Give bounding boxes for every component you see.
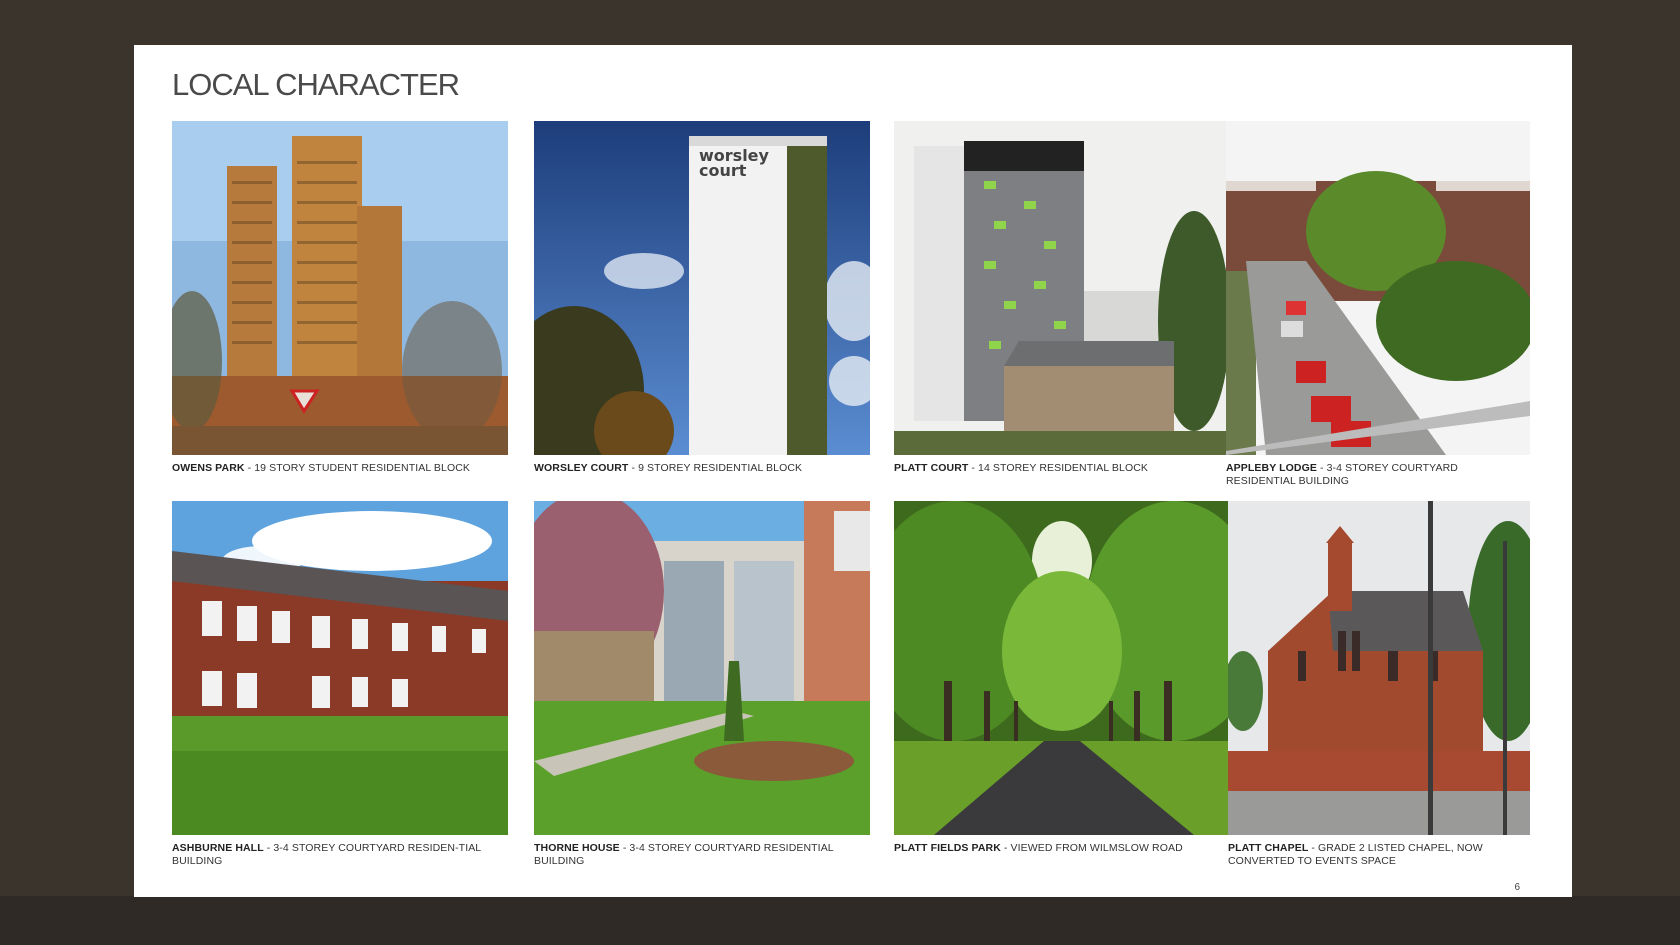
photo-worsley-court: worsley court [534, 121, 870, 455]
caption-appleby-lodge: APPLEBY LODGE - 3-4 STOREY COURTYARD RES… [1226, 462, 1458, 487]
document-page: LOCAL CHARACTER OWENS PARK - 19 STORY ST… [134, 45, 1572, 897]
photo-platt-fields-park [894, 501, 1230, 835]
photo-ashburne-hall [172, 501, 508, 835]
photo-card-thorne-house: THORNE HOUSE - 3-4 STOREY COURTYARD RESI… [534, 501, 870, 868]
bottom-bar [0, 896, 1680, 945]
svg-text:court: court [699, 161, 747, 180]
caption-owens-park: OWENS PARK - 19 STORY STUDENT RESIDENTIA… [172, 462, 470, 474]
caption-ashburne-hall: ASHBURNE HALL - 3-4 STOREY COURTYARD RES… [172, 842, 481, 867]
photo-owens-park [172, 121, 508, 455]
photo-card-worsley-court: worsley court WORSLEY COURT - 9 STOREY R… [534, 121, 870, 475]
photo-card-ashburne-hall: ASHBURNE HALL - 3-4 STOREY COURTYARD RES… [172, 501, 508, 868]
photo-appleby-lodge [1226, 121, 1530, 455]
photo-thorne-house [534, 501, 870, 835]
caption-thorne-house: THORNE HOUSE - 3-4 STOREY COURTYARD RESI… [534, 842, 834, 867]
photo-platt-chapel [1228, 501, 1530, 835]
photo-card-platt-chapel: PLATT CHAPEL - GRADE 2 LISTED CHAPEL, NO… [1228, 501, 1530, 868]
photo-platt-court [894, 121, 1230, 455]
photo-card-platt-fields-park: PLATT FIELDS PARK - VIEWED FROM WILMSLOW… [894, 501, 1230, 855]
page-title: LOCAL CHARACTER [172, 67, 460, 102]
photo-card-platt-court: PLATT COURT - 14 STOREY RESIDENTIAL BLOC… [894, 121, 1230, 475]
photo-card-appleby-lodge: APPLEBY LODGE - 3-4 STOREY COURTYARD RES… [1226, 121, 1530, 488]
page-number: 6 [1514, 882, 1520, 893]
caption-worsley-court: WORSLEY COURT - 9 STOREY RESIDENTIAL BLO… [534, 462, 803, 474]
caption-platt-chapel: PLATT CHAPEL - GRADE 2 LISTED CHAPEL, NO… [1228, 842, 1483, 867]
caption-platt-fields-park: PLATT FIELDS PARK - VIEWED FROM WILMSLOW… [894, 842, 1183, 854]
caption-platt-court: PLATT COURT - 14 STOREY RESIDENTIAL BLOC… [894, 462, 1149, 474]
photo-card-owens-park: OWENS PARK - 19 STORY STUDENT RESIDENTIA… [172, 121, 508, 475]
